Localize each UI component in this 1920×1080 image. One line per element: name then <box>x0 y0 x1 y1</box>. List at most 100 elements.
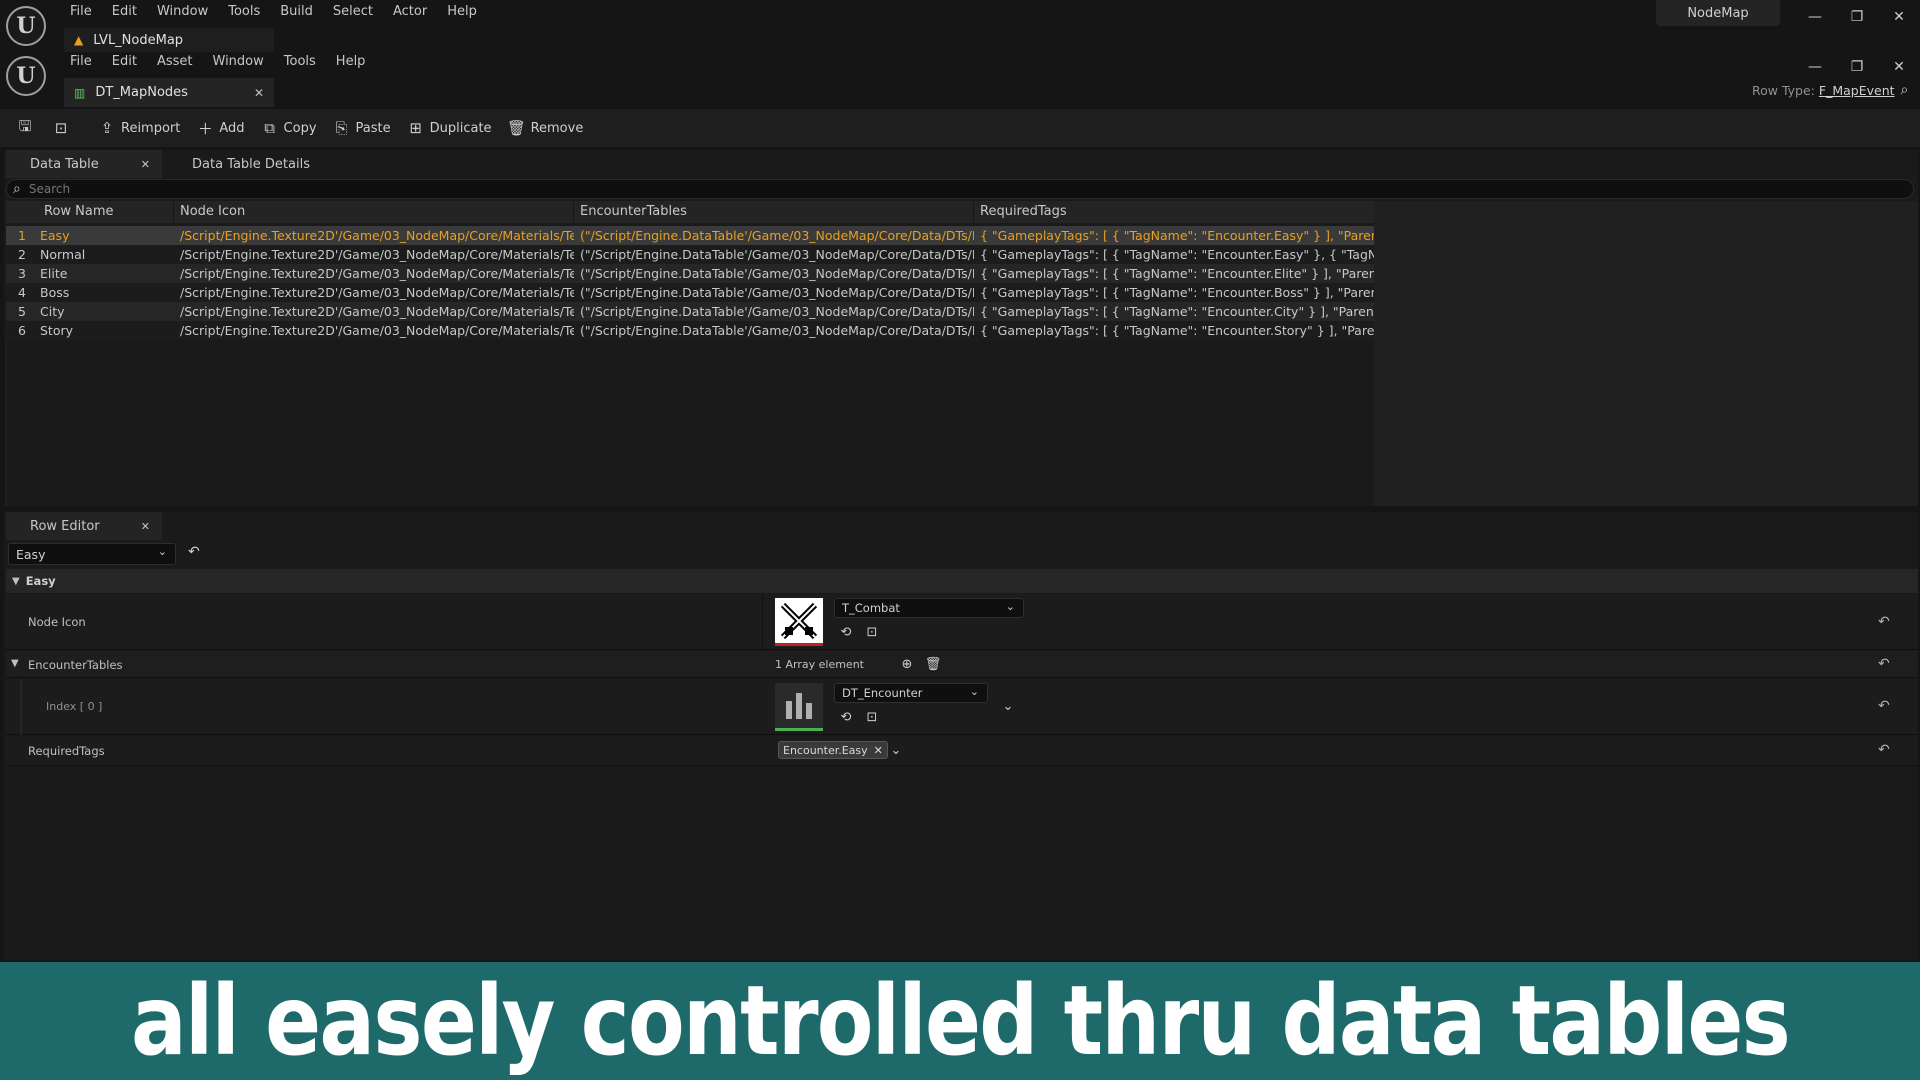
close-row-editor-icon[interactable]: ✕ <box>141 520 150 533</box>
row-number: 6 <box>18 323 26 338</box>
minimize-icon-2[interactable]: — <box>1800 55 1830 79</box>
browse-asset-icon[interactable]: ⊡ <box>864 709 880 725</box>
reset-row-icon[interactable]: ↶ <box>188 544 200 560</box>
row-node-icon: /Script/Engine.Texture2D'/Game/03_NodeMa… <box>180 247 574 262</box>
remove-tag-icon[interactable]: ✕ <box>874 744 883 757</box>
data-table-thumbnail[interactable] <box>775 683 823 731</box>
use-selected-icon[interactable]: ⟲ <box>838 624 854 640</box>
table-row[interactable]: 3 Elite /Script/Engine.Texture2D'/Game/0… <box>6 264 1374 283</box>
tab-data-table-details[interactable]: Data Table Details <box>192 150 310 178</box>
chevron-down-icon: ⌄ <box>969 685 979 698</box>
unreal-logo-icon[interactable]: U <box>6 6 46 46</box>
save-icon[interactable]: 🖫 <box>16 117 34 137</box>
menu-select[interactable]: Select <box>323 2 383 22</box>
copy-button[interactable]: ⧉ Copy <box>261 119 316 137</box>
browse-icon[interactable]: ⊡ <box>52 119 70 137</box>
tab-data-table-label: Data Table <box>30 156 99 172</box>
gameplay-tag-chip[interactable]: Encounter.Easy ✕ <box>778 741 888 759</box>
menu-window[interactable]: Window <box>147 2 218 22</box>
duplicate-button[interactable]: ⊞ Duplicate <box>407 119 492 137</box>
row-type-link[interactable]: F_MapEvent <box>1819 83 1895 98</box>
close-icon-2[interactable]: ✕ <box>1884 55 1914 79</box>
menu-actor[interactable]: Actor <box>383 2 437 22</box>
add-button[interactable]: ＋ Add <box>196 119 245 138</box>
row-node-icon: /Script/Engine.Texture2D'/Game/03_NodeMa… <box>180 323 574 338</box>
add-icon: ＋ <box>197 119 213 138</box>
asset-menu-asset[interactable]: Asset <box>147 52 203 72</box>
asset-menu-edit[interactable]: Edit <box>102 52 147 72</box>
remove-button[interactable]: 🗑 Remove <box>507 119 583 137</box>
close-icon[interactable]: ✕ <box>1884 5 1914 29</box>
main-menubar: File Edit Window Tools Build Select Acto… <box>60 2 660 22</box>
row-number: 2 <box>18 247 26 262</box>
paste-button[interactable]: ⎘ Paste <box>333 119 391 137</box>
add-label: Add <box>219 120 245 136</box>
menu-tools[interactable]: Tools <box>218 2 270 22</box>
asset-tab[interactable]: ▥ DT_MapNodes ✕ <box>64 78 274 107</box>
table-row[interactable]: 5 City /Script/Engine.Texture2D'/Game/03… <box>6 302 1374 321</box>
search-icon[interactable]: ⌕ <box>1901 82 1909 98</box>
reset-to-default-icon[interactable]: ↶ <box>1878 614 1890 630</box>
table-row[interactable]: 1 Easy /Script/Engine.Texture2D'/Game/03… <box>6 226 1374 245</box>
search-box[interactable]: ⌕ <box>6 179 1914 199</box>
close-panel-icon[interactable]: ✕ <box>141 158 150 171</box>
expand-arrow-icon[interactable]: ▼ <box>11 658 19 669</box>
use-selected-icon[interactable]: ⟲ <box>838 709 854 725</box>
reimport-button[interactable]: ⇪ Reimport <box>98 119 181 137</box>
reset-to-default-icon[interactable]: ↶ <box>1878 742 1890 758</box>
node-icon-label: Node Icon <box>28 615 86 629</box>
asset-menu-tools[interactable]: Tools <box>274 52 326 72</box>
tab-data-table[interactable]: Data Table ✕ <box>6 150 162 178</box>
table-row[interactable]: 6 Story /Script/Engine.Texture2D'/Game/0… <box>6 321 1374 340</box>
level-tab[interactable]: ▲ LVL_NodeMap <box>64 28 274 52</box>
table-row[interactable]: 2 Normal /Script/Engine.Texture2D'/Game/… <box>6 245 1374 264</box>
close-tab-icon[interactable]: ✕ <box>254 86 264 100</box>
restore-icon-2[interactable]: ❐ <box>1842 55 1872 79</box>
unreal-logo-icon-2[interactable]: U <box>6 56 46 96</box>
tag-dropdown-chevron-icon[interactable]: ⌄ <box>888 742 904 758</box>
browse-asset-icon[interactable]: ⊡ <box>864 624 880 640</box>
asset-menu-window[interactable]: Window <box>203 52 274 72</box>
category-header[interactable]: ▼ Easy <box>6 569 1918 593</box>
row-node-icon: /Script/Engine.Texture2D'/Game/03_NodeMa… <box>180 304 574 319</box>
header-node-icon[interactable]: Node Icon <box>174 201 574 223</box>
encounter-asset-picker[interactable]: DT_Encounter ⌄ <box>834 683 988 703</box>
minimize-icon[interactable]: — <box>1800 5 1830 29</box>
index-label: Index [ 0 ] <box>46 700 103 713</box>
tag-value: Encounter.Easy <box>783 743 868 757</box>
search-box-icon: ⌕ <box>13 181 21 197</box>
menu-help[interactable]: Help <box>437 2 487 22</box>
data-table-asset-icon: ▥ <box>74 85 86 100</box>
header-required-tags[interactable]: RequiredTags <box>974 201 1374 223</box>
tab-row-editor[interactable]: Row Editor ✕ <box>6 512 162 540</box>
row-type-label: Row Type: <box>1752 82 1815 98</box>
property-row-encounter-tables <box>6 651 1918 678</box>
row-encounter-tables: ("/Script/Engine.DataTable'/Game/03_Node… <box>580 285 974 300</box>
texture-thumbnail[interactable] <box>775 598 823 646</box>
row-select-dropdown[interactable]: Easy ⌄ <box>8 543 176 565</box>
asset-menu-help[interactable]: Help <box>326 52 376 72</box>
table-row[interactable]: 4 Boss /Script/Engine.Texture2D'/Game/03… <box>6 283 1374 302</box>
menu-build[interactable]: Build <box>270 2 323 22</box>
restore-icon[interactable]: ❐ <box>1842 5 1872 29</box>
element-options-chevron-icon[interactable]: ⌄ <box>1000 698 1016 714</box>
node-icon-asset-value: T_Combat <box>842 601 900 615</box>
level-icon: ▲ <box>74 33 84 47</box>
reset-to-default-icon[interactable]: ↶ <box>1878 656 1890 672</box>
header-encounter-tables[interactable]: EncounterTables <box>574 201 974 223</box>
node-icon-asset-picker[interactable]: T_Combat ⌄ <box>834 598 1024 618</box>
row-number: 4 <box>18 285 26 300</box>
table-right-empty <box>1374 201 1918 506</box>
menu-edit[interactable]: Edit <box>102 2 147 22</box>
clear-array-icon[interactable]: 🗑 <box>925 656 942 672</box>
reset-to-default-icon[interactable]: ↶ <box>1878 698 1890 714</box>
search-input[interactable] <box>28 182 1829 196</box>
level-tab-label: LVL_NodeMap <box>93 32 184 48</box>
asset-menu-file[interactable]: File <box>60 52 102 72</box>
menu-file[interactable]: File <box>60 2 102 22</box>
add-element-icon[interactable]: ⊕ <box>899 656 915 672</box>
category-label: Easy <box>25 574 56 588</box>
tab-row-editor-label: Row Editor <box>30 518 100 534</box>
duplicate-label: Duplicate <box>429 120 492 136</box>
header-row-name[interactable]: Row Name <box>6 201 174 223</box>
